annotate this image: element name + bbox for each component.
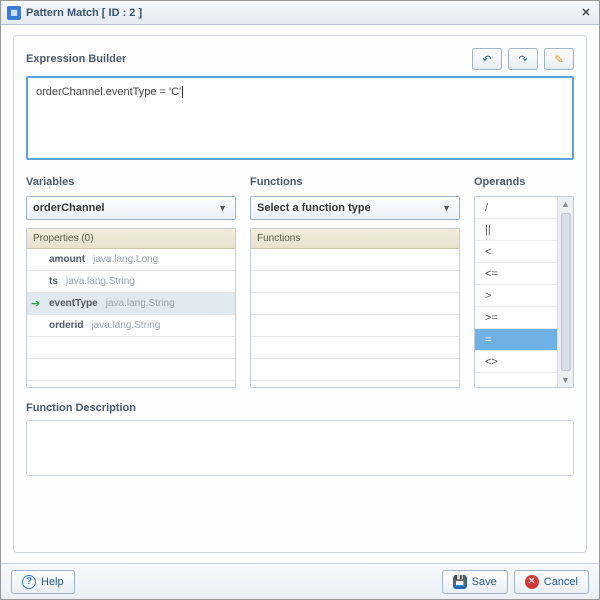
undo-button[interactable]: ↶ <box>472 48 502 70</box>
pencil-icon: ✎ <box>554 53 563 66</box>
property-row[interactable]: amount java.lang.Long <box>27 249 235 271</box>
operand-item[interactable]: < <box>475 241 557 263</box>
undo-icon: ↶ <box>482 53 491 66</box>
app-icon: ▦ <box>7 6 21 20</box>
property-row-empty <box>27 359 235 381</box>
function-description-box <box>26 420 574 476</box>
redo-button[interactable]: ↷ <box>508 48 538 70</box>
save-button[interactable]: 💾 Save <box>442 570 508 594</box>
scroll-up-icon[interactable]: ▲ <box>561 199 570 209</box>
operand-item[interactable]: <= <box>475 263 557 285</box>
content-area: Expression Builder ↶ ↷ ✎ orderChannel.ev… <box>1 25 599 563</box>
function-row-empty <box>251 337 459 359</box>
function-row-empty <box>251 315 459 337</box>
help-label: Help <box>41 576 64 588</box>
redo-icon: ↷ <box>518 53 527 66</box>
expression-label: Expression Builder <box>26 53 126 65</box>
operand-item[interactable]: >= <box>475 307 557 329</box>
property-row[interactable]: ➔ eventType java.lang.String <box>27 293 235 315</box>
scroll-down-icon[interactable]: ▼ <box>561 375 570 385</box>
edit-button[interactable]: ✎ <box>544 48 574 70</box>
operand-item[interactable]: <> <box>475 351 557 373</box>
functions-list <box>251 249 459 387</box>
function-row-empty <box>251 359 459 381</box>
cancel-icon: ✕ <box>525 575 539 589</box>
arrow-right-icon: ➔ <box>31 297 40 310</box>
operands-label: Operands <box>474 176 574 188</box>
property-row[interactable]: ts java.lang.String <box>27 271 235 293</box>
properties-list: amount java.lang.Long ts java.lang.Strin… <box>27 249 235 387</box>
function-description-label: Function Description <box>26 402 574 414</box>
expression-input[interactable]: orderChannel.eventType = 'C' <box>26 76 574 160</box>
scroll-thumb[interactable] <box>561 213 571 371</box>
functions-column: Functions Select a function type Functio… <box>250 176 460 388</box>
operands-list: / || < <= > >= = <> <box>475 197 557 387</box>
operands-column: Operands / || < <= > >= = <> <box>474 176 574 388</box>
titlebar: ▦ Pattern Match [ ID : 2 ] ✕ <box>1 1 599 25</box>
variables-column: Variables orderChannel Properties (0) am… <box>26 176 236 388</box>
operands-scrollbar[interactable]: ▲ ▼ <box>557 197 573 387</box>
functions-dropdown[interactable]: Select a function type <box>250 196 460 220</box>
operands-listbox: / || < <= > >= = <> ▲ ▼ <box>474 196 574 388</box>
help-icon: ? <box>22 575 36 589</box>
operand-item[interactable]: = <box>475 329 557 351</box>
variables-label: Variables <box>26 176 236 188</box>
function-row-empty <box>251 249 459 271</box>
operand-item[interactable]: / <box>475 197 557 219</box>
dialog-window: ▦ Pattern Match [ ID : 2 ] ✕ Expression … <box>0 0 600 600</box>
operand-item[interactable]: > <box>475 285 557 307</box>
content-inner: Expression Builder ↶ ↷ ✎ orderChannel.ev… <box>13 35 587 553</box>
functions-panel: Functions <box>250 228 460 388</box>
function-row-empty <box>251 271 459 293</box>
property-row[interactable]: orderid java.lang.String <box>27 315 235 337</box>
property-row-empty <box>27 337 235 359</box>
expression-text: orderChannel.eventType = 'C' <box>36 86 181 98</box>
properties-panel: Properties (0) amount java.lang.Long ts … <box>26 228 236 388</box>
save-label: Save <box>472 576 497 588</box>
functions-label: Functions <box>250 176 460 188</box>
functions-panel-head: Functions <box>251 229 459 249</box>
columns: Variables orderChannel Properties (0) am… <box>26 176 574 388</box>
operand-item[interactable]: || <box>475 219 557 241</box>
cancel-label: Cancel <box>544 576 578 588</box>
variables-selected: orderChannel <box>33 202 105 214</box>
close-icon[interactable]: ✕ <box>579 6 593 20</box>
properties-panel-head: Properties (0) <box>27 229 235 249</box>
function-row-empty <box>251 293 459 315</box>
window-title: Pattern Match [ ID : 2 ] <box>26 7 579 19</box>
cancel-button[interactable]: ✕ Cancel <box>514 570 589 594</box>
functions-selected: Select a function type <box>257 202 371 214</box>
expression-header: Expression Builder ↶ ↷ ✎ <box>26 48 574 70</box>
variables-dropdown[interactable]: orderChannel <box>26 196 236 220</box>
help-button[interactable]: ? Help <box>11 570 75 594</box>
save-icon: 💾 <box>453 575 467 589</box>
footer: ? Help 💾 Save ✕ Cancel <box>1 563 599 599</box>
